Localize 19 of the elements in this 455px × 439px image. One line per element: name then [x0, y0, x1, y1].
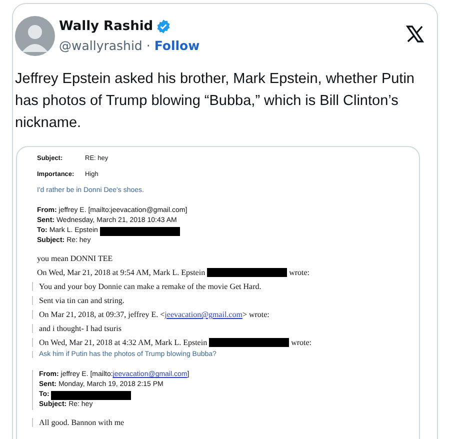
email-link[interactable]: jeevacation@gmail.com [164, 310, 242, 319]
email-line: Sent via tin can and string. [39, 296, 124, 305]
email-line: wrote: [289, 268, 310, 277]
email-line: wrote: [291, 338, 312, 347]
follow-link[interactable]: Follow [154, 38, 200, 53]
email-line: You and your boy Donnie can make a remake of the movie Get Hard. [39, 282, 262, 291]
tweet-text: Jeffrey Epstein asked his brother, Mark Epstein, whether Putin has photos of Trump blowing “Bubba,” which is Bill Clinton’s nickname. [15, 70, 416, 133]
x-logo-icon[interactable] [405, 24, 425, 44]
separator-dot: · [146, 38, 150, 53]
email-line: On Wed, Mar 21, 2018 at 4:32 AM, Mark L. Epstein [39, 338, 208, 347]
author-name[interactable]: Wally Rashid [59, 19, 154, 34]
email-line: On Mar 21, 2018, at 09:37, jeffrey E. <jeevacation@gmail.com> wrote: [39, 310, 270, 319]
email-screenshot[interactable] [16, 146, 420, 439]
email-line: On Wed, Mar 21, 2018 at 9:54 AM, Mark L. Epstein [37, 268, 206, 277]
email-line: All good. Bannon with me [39, 418, 124, 427]
email-line: you mean DONNI TEE [37, 254, 113, 263]
author-handle[interactable]: @wallyrashid [59, 38, 142, 53]
email-line: and i thought- I had tsuris [39, 324, 122, 333]
avatar[interactable] [15, 16, 55, 56]
